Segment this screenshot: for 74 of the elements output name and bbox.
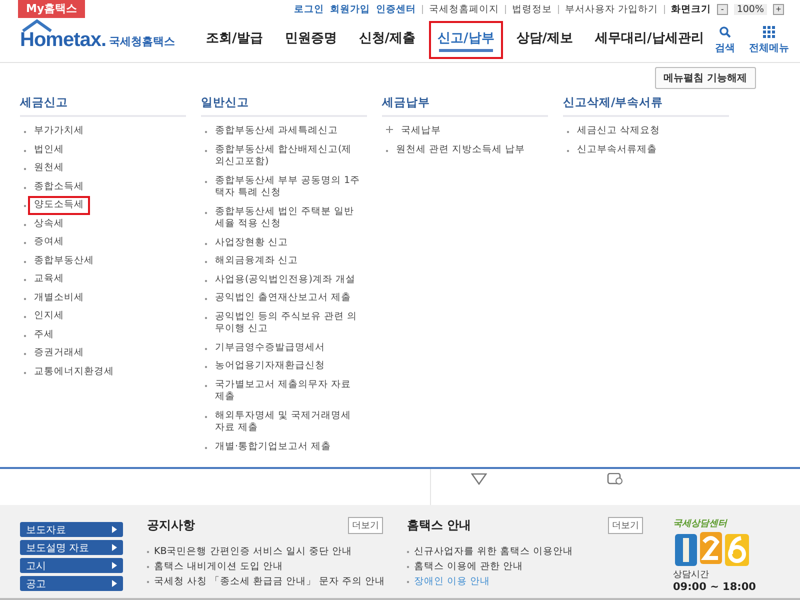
menu-link[interactable]: 종합부동산세 부부 공동명의 1주택자 특례 신청 bbox=[209, 172, 367, 202]
side-link-button[interactable]: 보도자료 bbox=[20, 522, 123, 537]
zoom-label: 화면크기 bbox=[670, 2, 711, 16]
menu-link[interactable]: 종합부동산세 bbox=[28, 252, 100, 270]
logo-wordmark[interactable]: Hometax. bbox=[20, 28, 106, 50]
nav-tab[interactable]: 조회/발급 bbox=[197, 21, 272, 59]
menu-link[interactable]: 사업용(공익법인전용)계좌 개설 bbox=[209, 270, 362, 289]
menu-column-title: 세금납부 bbox=[382, 95, 548, 117]
menu-link[interactable]: 공익법인 출연재산보고서 제출 bbox=[209, 289, 358, 308]
menu-link[interactable]: 해외투자명세 및 국제거래명세 자료 제출 bbox=[209, 406, 367, 438]
board-link[interactable]: 홈택스 내비게이션 도입 안내 bbox=[154, 560, 284, 573]
menu-link[interactable]: 개별소비세 bbox=[28, 288, 90, 307]
side-link-button[interactable]: 보도설명 자료 bbox=[20, 540, 123, 555]
nav-tab[interactable]: 상담/제보 bbox=[507, 21, 582, 59]
menu-link[interactable]: 종합소득세 bbox=[28, 178, 90, 196]
board-link[interactable]: KB국민은행 간편인증 서비스 일시 중단 안내 bbox=[154, 545, 352, 558]
hours-text: 09:00 ~ 18:00 bbox=[673, 581, 757, 593]
menu-link[interactable]: 부가가치세 bbox=[28, 122, 90, 140]
menu-link[interactable]: 농어업용기자재환급신청 bbox=[209, 357, 331, 376]
board-title: 홈택스 안내 bbox=[407, 517, 472, 534]
menu-link[interactable]: 인지세 bbox=[28, 307, 70, 326]
zoom-in-button[interactable]: + bbox=[773, 4, 784, 14]
logo-name[interactable]: 국세청홈택스 bbox=[109, 34, 176, 52]
menu-link[interactable]: 법인세 bbox=[28, 140, 70, 159]
nav-tab[interactable]: 신청/제출 bbox=[350, 21, 425, 59]
menu-link[interactable]: 증권거래세 bbox=[28, 344, 90, 362]
menu-link[interactable]: 종합부동산세 과세특례신고 bbox=[209, 122, 344, 140]
menu-link[interactable]: 개별·통합기업보고서 제출 bbox=[209, 438, 338, 456]
all-menu-button[interactable]: 전체메뉴 bbox=[748, 26, 789, 54]
menu-column-title: 신고삭제/부속서류 bbox=[563, 95, 729, 117]
menu-pin-button[interactable]: 메뉴펼침 기능해제 bbox=[654, 67, 756, 89]
menu-link[interactable]: 기부금영수증발급명세서 bbox=[209, 338, 331, 357]
board-link[interactable]: 국세청 사칭 「종소세 환급금 안내」 문자 주의 안내 bbox=[154, 575, 386, 588]
menu-link[interactable]: 사업장현황 신고 bbox=[209, 234, 294, 252]
menu-link[interactable]: 원천세 관련 지방소득세 납부 bbox=[390, 140, 532, 159]
menu-link[interactable]: 국세납부 bbox=[395, 122, 447, 140]
menu-link[interactable]: 교통에너지환경세 bbox=[28, 362, 120, 381]
nav-tab[interactable]: 민원증명 bbox=[276, 21, 346, 59]
more-button[interactable]: 더보기 bbox=[608, 517, 643, 534]
menu-link[interactable]: 교육세 bbox=[28, 270, 70, 288]
menu-link[interactable]: 공익법인 등의 주식보유 관련 의무이행 신고 bbox=[209, 308, 367, 338]
menu-link[interactable]: 증여세 bbox=[28, 233, 70, 252]
top-link[interactable]: 인증센터 bbox=[376, 2, 416, 16]
hours-label: 상담시간 bbox=[673, 569, 710, 581]
more-button[interactable]: 더보기 bbox=[348, 517, 383, 534]
menu-column-title: 일반신고 bbox=[201, 95, 367, 117]
top-link[interactable]: 법령정보 bbox=[512, 2, 552, 16]
menu-link[interactable]: 종합부동산세 합산배제신고(제외신고포함) bbox=[209, 140, 367, 172]
menu-link[interactable]: 종합부동산세 법인 주택분 일반세율 적용 신청 bbox=[209, 202, 367, 234]
menu-link[interactable]: 신고부속서류제출 bbox=[571, 140, 663, 159]
menu-link[interactable]: 양도소득세 bbox=[28, 196, 90, 214]
nav-tab[interactable]: 신고/납부 bbox=[428, 21, 504, 59]
top-link[interactable]: 회원가입 bbox=[330, 2, 370, 16]
board-title: 공지사항 bbox=[147, 517, 195, 534]
menu-link[interactable]: 상속세 bbox=[28, 214, 70, 233]
nav-tab[interactable]: 세무대리/납세관리 bbox=[586, 21, 713, 59]
top-link[interactable]: 국세청홈페이지 bbox=[428, 2, 499, 16]
center-title: 국세상담센터 bbox=[673, 518, 728, 530]
zoom-value: 100% bbox=[734, 4, 767, 14]
menu-link[interactable]: 세금신고 삭제요청 bbox=[571, 122, 666, 140]
my-hometax-tab[interactable]: My홈택스 bbox=[18, 0, 86, 18]
zoom-out-button[interactable]: - bbox=[716, 4, 728, 14]
board-link[interactable]: 신규사업자를 위한 홈택스 이용안내 bbox=[414, 545, 574, 558]
side-link-button[interactable]: 고시 bbox=[20, 558, 123, 573]
menu-link[interactable]: 해외금융계좌 신고 bbox=[209, 252, 304, 270]
menu-link[interactable]: 원천세 bbox=[28, 159, 70, 178]
menu-link[interactable]: 국가별보고서 제출의무자 자료 제출 bbox=[209, 376, 367, 406]
side-link-button[interactable]: 공고 bbox=[20, 576, 123, 591]
top-link[interactable]: 부서사용자 가입하기 bbox=[564, 2, 658, 16]
menu-link[interactable]: 주세 bbox=[28, 326, 60, 344]
top-link[interactable]: 로그인 bbox=[294, 2, 324, 16]
menu-column-title: 세금신고 bbox=[20, 95, 186, 117]
board-link[interactable]: 홈택스 이용에 관한 안내 bbox=[414, 560, 524, 573]
search-button[interactable]: 검색 bbox=[714, 26, 735, 54]
